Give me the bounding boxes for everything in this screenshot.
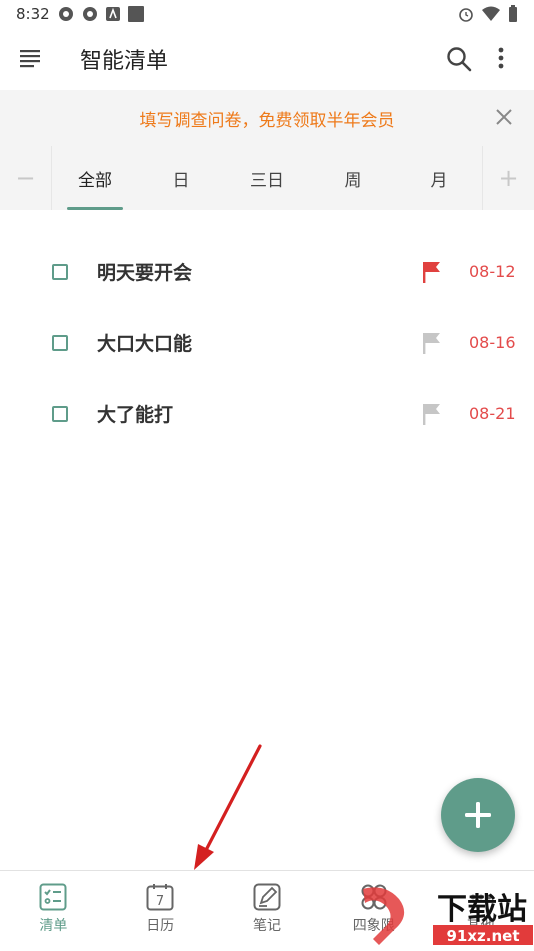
status-time: 8:32 bbox=[16, 5, 50, 23]
status-bar: 8:32 bbox=[0, 0, 534, 28]
nav-quadrant[interactable]: 四象限 bbox=[320, 871, 427, 951]
nav-notes[interactable]: 笔记 bbox=[214, 871, 321, 951]
nav-label: 其他 bbox=[466, 918, 495, 934]
checklist-icon bbox=[39, 883, 67, 911]
task-checkbox[interactable] bbox=[52, 405, 68, 422]
task-row[interactable]: 明天要开会 08-12 bbox=[0, 236, 534, 307]
menu-icon[interactable] bbox=[20, 48, 42, 68]
aperture-icon bbox=[82, 7, 97, 21]
tab-list: 全部 日 三日 周 月 bbox=[52, 146, 482, 210]
page-title: 智能清单 bbox=[80, 49, 169, 74]
tab-week[interactable]: 周 bbox=[310, 146, 396, 210]
add-task-button[interactable] bbox=[441, 778, 515, 852]
bottom-nav: 清单 7 日历 笔记 四象限 其他 bbox=[0, 870, 534, 951]
survey-banner[interactable]: 填写调查问卷，免费领取半年会员 bbox=[0, 90, 534, 146]
wifi-icon bbox=[482, 6, 500, 21]
nav-checklist[interactable]: 清单 bbox=[0, 871, 107, 951]
flag-icon[interactable] bbox=[422, 261, 442, 283]
nav-label: 四象限 bbox=[352, 918, 395, 934]
search-icon[interactable] bbox=[446, 46, 472, 72]
task-checkbox[interactable] bbox=[52, 334, 68, 351]
more-options-icon[interactable] bbox=[497, 46, 505, 70]
note-icon bbox=[253, 883, 281, 911]
square-icon bbox=[127, 6, 144, 22]
calendar-icon: 7 bbox=[146, 884, 174, 911]
task-row[interactable]: 大了能打 08-21 bbox=[0, 378, 534, 449]
task-row[interactable]: 大口大口能 08-16 bbox=[0, 307, 534, 378]
nav-label: 笔记 bbox=[252, 918, 281, 934]
annotation-arrow bbox=[194, 744, 262, 870]
app-bar: 智能清单 bbox=[0, 28, 534, 90]
task-due-date: 08-12 bbox=[469, 262, 516, 281]
calendar-day-number: 7 bbox=[156, 894, 164, 909]
zoom-out-button[interactable]: − bbox=[0, 146, 52, 210]
plus-icon bbox=[465, 802, 491, 828]
aperture-icon bbox=[58, 7, 73, 21]
tab-three-days[interactable]: 三日 bbox=[224, 146, 310, 210]
task-name[interactable]: 大口大口能 bbox=[97, 329, 192, 356]
close-icon[interactable] bbox=[494, 107, 514, 127]
nav-calendar[interactable]: 7 日历 bbox=[107, 871, 214, 951]
task-name[interactable]: 大了能打 bbox=[97, 400, 173, 427]
other-icon bbox=[470, 894, 491, 900]
alarm-icon bbox=[459, 8, 473, 22]
app-a-icon bbox=[105, 7, 120, 21]
quadrant-icon bbox=[361, 884, 387, 910]
survey-banner-text[interactable]: 填写调查问卷，免费领取半年会员 bbox=[140, 106, 395, 131]
task-name[interactable]: 明天要开会 bbox=[97, 258, 192, 285]
range-tabs: − 全部 日 三日 周 月 + bbox=[0, 146, 534, 210]
task-checkbox[interactable] bbox=[52, 263, 68, 280]
flag-icon[interactable] bbox=[422, 403, 442, 425]
nav-other[interactable]: 其他 bbox=[427, 871, 534, 951]
tab-month[interactable]: 月 bbox=[396, 146, 482, 210]
flag-icon[interactable] bbox=[422, 332, 442, 354]
status-right bbox=[458, 5, 518, 23]
battery-icon bbox=[509, 5, 517, 22]
nav-label: 清单 bbox=[39, 918, 68, 934]
status-left: 8:32 bbox=[16, 5, 144, 23]
nav-label: 日历 bbox=[146, 918, 175, 934]
zoom-in-button[interactable]: + bbox=[482, 146, 534, 210]
tab-all[interactable]: 全部 bbox=[52, 146, 138, 210]
task-due-date: 08-21 bbox=[469, 404, 516, 423]
task-list: 明天要开会 08-12 大口大口能 08-16 大了能打 08-21 bbox=[0, 236, 534, 449]
task-due-date: 08-16 bbox=[469, 333, 516, 352]
tab-day[interactable]: 日 bbox=[138, 146, 224, 210]
